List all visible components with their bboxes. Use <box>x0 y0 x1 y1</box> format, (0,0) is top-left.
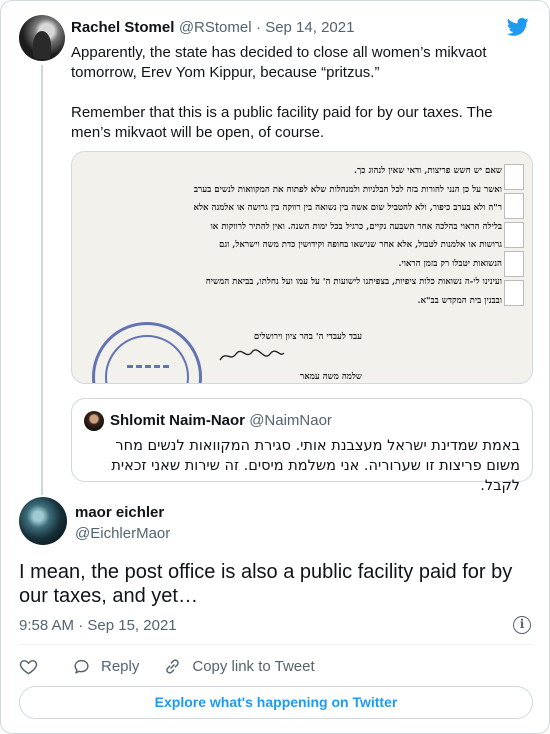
reply-tweet-text: I mean, the post office is also a public… <box>19 561 513 607</box>
quoted-tweet-header: Shlomit Naim-Naor @NaimNaor <box>110 412 332 429</box>
document-text: שאם יש חשש פריצות, ודאי שאין לנהוג כך. ו… <box>82 162 502 310</box>
tweet-date[interactable]: Sep 14, 2021 <box>265 19 354 36</box>
page-thumbnails <box>504 164 524 334</box>
divider <box>19 644 533 645</box>
reply-author-name[interactable]: maor eichler <box>75 504 164 521</box>
quoted-author-handle: @NaimNaor <box>249 412 332 429</box>
document-line: שאם יש חשש פריצות, ודאי שאין לנהוג כך. <box>354 166 502 176</box>
reply-icon <box>74 659 89 674</box>
author-name[interactable]: Rachel Stomel <box>71 19 174 36</box>
handwritten-signature <box>219 349 285 361</box>
timestamp-separator: · <box>78 617 88 634</box>
document-line: בלילה הראוי בהלכה אחר השבעה נקיים, כרגיל… <box>210 221 502 232</box>
quoted-author-name: Shlomit Naim-Naor <box>110 412 246 429</box>
twitter-bird-icon[interactable] <box>507 17 529 37</box>
tweet-paragraph-1: Apparently, the state has decided to clo… <box>71 44 487 81</box>
tweet-header: Rachel Stomel @RStomel · Sep 14, 2021 <box>71 19 354 37</box>
quoted-tweet-text: באמת שמדינת ישראל מעצבנת אותי. סגירת המק… <box>111 438 520 494</box>
info-icon[interactable]: i <box>513 616 531 634</box>
tweet-text: Apparently, the state has decided to clo… <box>71 43 531 143</box>
header-separator: · <box>256 19 266 36</box>
copy-link-button[interactable]: Copy link to Tweet <box>163 657 315 676</box>
tweet-paragraph-2: Remember that this is a public facility … <box>71 104 493 141</box>
tweet-timestamp[interactable]: 9:58 AM · Sep 15, 2021 <box>19 617 177 634</box>
document-line: גרושות או אלמנות לטבול, אלא אחר שנישאו ב… <box>219 240 502 250</box>
like-button[interactable] <box>19 657 48 676</box>
author-handle[interactable]: @RStomel <box>179 19 252 36</box>
reply-author-avatar[interactable] <box>19 497 67 545</box>
quoted-tweet[interactable]: Shlomit Naim-Naor @NaimNaor באמת שמדינת … <box>71 398 533 494</box>
action-bar: Reply Copy link to Tweet <box>19 655 339 677</box>
reply-author-handle[interactable]: @EichlerMaor <box>75 525 170 542</box>
signature-title: עבד לעבדי ה' בהר ציון וירושלים <box>253 332 362 342</box>
document-line: ובבנין בית המקדש בב"א. <box>417 295 502 306</box>
tweet-embed-card: Rachel Stomel @RStomel · Sep 14, 2021 Ap… <box>0 0 550 734</box>
author-avatar[interactable] <box>19 15 65 61</box>
thread-line <box>41 65 43 495</box>
quoted-author-avatar <box>84 411 104 431</box>
reply-label: Reply <box>101 657 140 675</box>
document-line: ואשר על כן הנני להורות בזה לכל הבלניות ו… <box>193 184 502 195</box>
document-line: ועינינו לי-ה נשואות כלות ציפיות, בצפיתנו… <box>205 277 502 287</box>
document-line: ר"ה ולא בערב כיפור, ולא להטביל שום אשה ב… <box>193 203 502 213</box>
explore-twitter-button[interactable]: Explore what's happening on Twitter <box>19 686 533 719</box>
signature-name: שלמה משה עמאר <box>300 372 362 382</box>
reply-button[interactable]: Reply <box>72 657 139 676</box>
tweet-full-date[interactable]: Sep 15, 2021 <box>87 617 176 634</box>
tweet-time[interactable]: 9:58 AM <box>19 617 74 634</box>
document-line: הנשואות יטבלו רק בזמן הראוי. <box>398 258 502 269</box>
copy-link-label: Copy link to Tweet <box>192 657 315 675</box>
heart-icon <box>19 659 38 674</box>
link-icon <box>166 658 180 674</box>
tweet-image-document[interactable]: שאם יש חשש פריצות, ודאי שאין לנהוג כך. ו… <box>71 151 533 384</box>
official-stamp-seal <box>92 322 202 383</box>
